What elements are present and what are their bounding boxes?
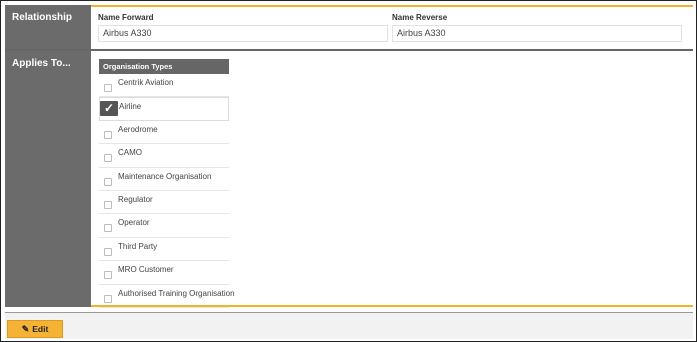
name-reverse-label: Name Reverse (392, 13, 448, 22)
checkbox[interactable] (104, 154, 112, 163)
org-type-label: Maintenance Organisation (118, 171, 212, 181)
relationship-section-label: Relationship (5, 5, 91, 49)
org-type-label: Airline (119, 102, 142, 112)
org-type-label: MRO Customer (118, 265, 174, 275)
accent-line (91, 5, 693, 7)
org-type-row[interactable]: Centrik Aviation (99, 74, 229, 98)
accent-line (91, 305, 693, 307)
page-frame: Relationship Name Forward Airbus A330 Na… (0, 0, 697, 342)
checkbox[interactable] (104, 130, 112, 139)
checkbox[interactable] (104, 177, 112, 186)
org-type-row[interactable]: ✓ Airline (99, 97, 229, 121)
org-type-label: Authorised Training Organisation (118, 288, 235, 298)
org-type-label: Centrik Aviation (118, 78, 174, 87)
checkbox[interactable] (104, 224, 112, 233)
org-type-label: Regulator (118, 194, 153, 204)
org-type-label: Operator (118, 218, 150, 228)
name-reverse-input[interactable]: Airbus A330 (392, 25, 682, 42)
org-type-label: Third Party (118, 241, 158, 251)
name-forward-label: Name Forward (98, 13, 154, 22)
org-type-row[interactable]: Third Party (99, 238, 229, 262)
org-type-label: Aerodrome (118, 124, 158, 134)
relationship-section: Relationship Name Forward Airbus A330 Na… (5, 5, 693, 51)
checkbox[interactable] (104, 200, 112, 209)
name-reverse-group: Name Reverse Airbus A330 (392, 13, 682, 42)
org-type-row[interactable]: Regulator (99, 191, 229, 215)
org-type-label: CAMO (118, 148, 142, 158)
checkbox[interactable] (104, 247, 112, 256)
org-type-row[interactable]: CAMO (99, 144, 229, 168)
edit-button-label: Edit (32, 324, 49, 334)
checked-checkbox[interactable]: ✓ (100, 101, 118, 117)
organisation-types-table: Organisation Types Centrik Aviation ✓ Airl… (99, 59, 235, 308)
edit-icon: ✎ (21, 323, 30, 334)
applies-to-section: Applies To... Organisation Types Centrik… (5, 51, 693, 308)
org-type-row[interactable]: Aerodrome (99, 121, 229, 145)
footer-bar: ✎ Edit (5, 312, 693, 339)
org-type-row[interactable]: Operator (99, 214, 229, 238)
name-forward-input[interactable]: Airbus A330 (98, 25, 388, 42)
applies-to-section-label: Applies To... (5, 51, 91, 307)
checkbox[interactable] (104, 294, 112, 303)
org-type-row[interactable]: MRO Customer (99, 261, 229, 285)
org-type-row[interactable]: Maintenance Organisation (99, 168, 229, 191)
organisation-types-header: Organisation Types (99, 59, 229, 74)
checkbox[interactable] (104, 84, 112, 92)
checkbox[interactable] (104, 271, 112, 280)
edit-button[interactable]: ✎ Edit (7, 320, 63, 338)
name-forward-group: Name Forward Airbus A330 (98, 13, 388, 42)
